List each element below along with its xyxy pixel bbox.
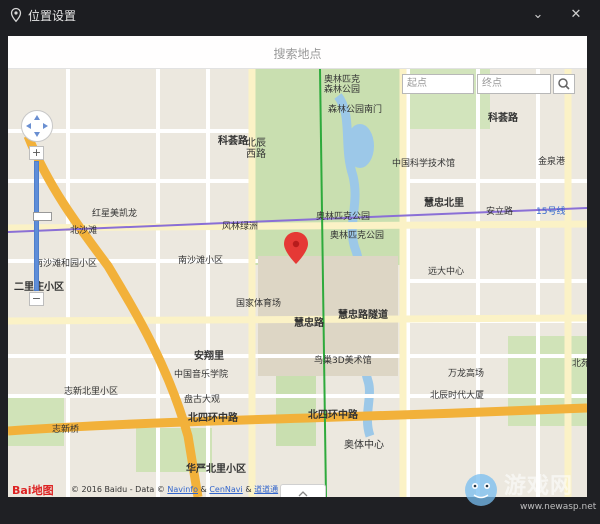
label-forest-park: 奥林匹克森林公园 [324,73,360,95]
search-icon [558,78,570,90]
label-bird-nest-3d: 鸟巢3D美术馆 [314,354,372,366]
label-beishahan: 北沙滩 [70,224,97,236]
label-science-museum: 中国科学技术馆 [392,157,455,169]
label-kecui-road-2: 科荟路 [488,111,519,124]
site-watermark: 游戏网 www.newasp.net [458,466,600,522]
chevron-up-icon [298,491,308,497]
label-kecui-road-1: 科荟路 [218,134,249,147]
label-anxiangli: 安翔里 [194,349,224,362]
mascot-icon [465,474,497,506]
label-beiyuan-road: 北苑路 [572,357,587,369]
label-hongxing: 红星美凯龙 [92,207,137,219]
zoom-out-button[interactable]: − [29,292,44,306]
copyright-prefix: © 2016 Baidu - Data © [71,485,165,494]
map-canvas[interactable]: 科荟路 科荟路 森林公园南门 奥林匹克森林公园 北辰西路 北四环中路 北四环中路… [8,36,587,497]
provider-link-cennavi[interactable]: CenNavi [209,485,242,494]
route-start-input[interactable]: 起点 [402,74,474,94]
search-bar[interactable]: 搜索地点 [8,36,587,69]
map-view[interactable]: 科荟路 科荟路 森林公园南门 奥林匹克森林公园 北辰西路 北四环中路 北四环中路… [8,36,587,497]
pan-arrows-icon [26,115,48,137]
pan-control[interactable] [21,110,53,142]
watermark-url: www.newasp.net [520,502,597,512]
search-input[interactable]: 搜索地点 [8,45,587,62]
route-search-button[interactable] [553,74,575,94]
park-area-s [276,366,316,446]
label-olympic-park-station: 奥林匹克公园 [316,210,370,222]
label-conservatory: 中国音乐学院 [174,368,228,380]
label-olympic-park: 奥林匹克公园 [330,229,384,241]
label-olympic-sports-center: 奥体中心 [344,438,384,451]
label-yuanda: 远大中心 [428,265,464,277]
watermark-text: 游戏网 [504,474,574,499]
zoom-in-button[interactable]: + [29,146,44,160]
route-end-input[interactable]: 终点 [477,74,551,94]
provider-link-daodaotong[interactable]: 道道通 [254,485,278,494]
label-beisihuan-1: 北四环中路 [188,411,239,424]
label-nanshatan: 南沙滩小区 [178,254,223,266]
label-zhixin-bridge: 志新桥 [52,423,79,435]
label-huizhong-tunnel: 慧忠路隧道 [338,308,388,321]
zoom-control[interactable]: + − [29,146,52,306]
label-jinquan: 金泉港 [538,155,565,167]
panel-collapse-tab[interactable] [280,484,326,497]
window-title: 位置设置 [28,9,77,23]
label-huayanbeili: 华严北里小区 [186,462,246,475]
close-button[interactable]: ✕ [566,5,586,25]
label-huizhong-north: 慧忠北里 [424,196,464,209]
zoom-slider-thumb[interactable] [33,212,52,221]
label-senlin-south-gate: 森林公园南门 [328,103,382,115]
park-area-w [8,396,64,446]
label-anli-road: 安立路 [486,205,513,217]
location-settings-window: 位置设置 ⌄ ✕ 科荟路 科荟路 森林公园南门 奥林匹克森林公园 北辰西路 北四… [0,0,600,524]
copyright-amp-2: & [245,485,252,494]
location-pin-icon [10,7,22,23]
label-zhixin-north: 志新北里小区 [64,385,118,397]
label-fenglin: 风林绿洲 [222,220,258,232]
label-huizhong-road: 慧忠路 [294,316,325,329]
map-copyright: © 2016 Baidu - Data © Navinfo & CenNavi … [71,484,278,495]
copyright-amp-1: & [200,485,207,494]
label-beisihuan-2: 北四环中路 [308,408,359,421]
lake [346,124,374,168]
title-bar[interactable]: 位置设置 ⌄ ✕ [0,0,600,30]
marker-center [292,240,300,248]
label-north-conference: 北辰时代大厦 [430,389,484,401]
label-line-15: 15号线 [536,205,565,217]
minimize-button[interactable]: ⌄ [528,5,548,25]
label-wanlong: 万龙高场 [448,367,484,379]
provider-link-navinfo[interactable]: Navinfo [167,485,198,494]
zoom-slider-track[interactable] [33,161,52,291]
label-pangu: 盘古大观 [184,393,220,405]
label-national-stadium: 国家体育场 [236,297,281,309]
label-beichen-west-road: 北辰西路 [246,137,266,160]
baidu-map-logo: Bai地图 [12,484,54,497]
